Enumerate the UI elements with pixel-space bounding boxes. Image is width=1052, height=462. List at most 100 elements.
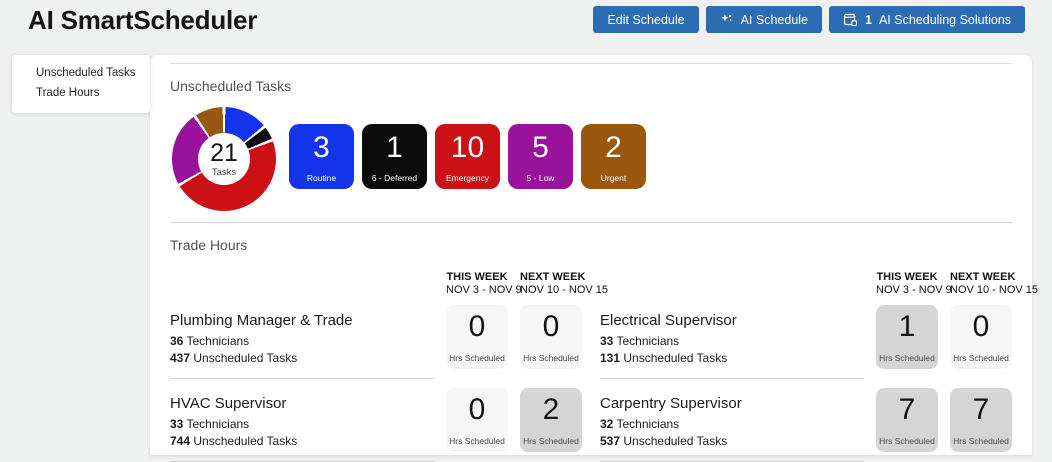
trade-name: HVAC Supervisor <box>170 395 287 413</box>
technicians-count: 36 <box>170 334 184 349</box>
page-title: AI SmartScheduler <box>28 5 258 35</box>
technicians-label: Technicians <box>186 334 250 349</box>
next-week-hours-box[interactable]: 7 Hrs Scheduled <box>950 388 1012 453</box>
week-dates: NOV 3 - NOV 9 <box>446 283 522 296</box>
card-top-divider <box>170 63 1012 64</box>
trade-info: HVAC Supervisor 33 Technicians 744 Unsched… <box>170 388 434 462</box>
trade-hours-section-title: Trade Hours <box>170 237 248 253</box>
trade-info: Carpentry Supervisor 32 Technicians 537 Un… <box>600 388 864 462</box>
unscheduled-tasks-label: Unscheduled Tasks <box>623 351 728 366</box>
this-week-hours-box[interactable]: 1 Hrs Scheduled <box>876 305 938 370</box>
trade-name: Carpentry Supervisor <box>600 395 742 413</box>
priority-tile[interactable]: 1 6 - Deferred <box>362 124 427 189</box>
edit-schedule-button[interactable]: Edit Schedule <box>593 6 699 33</box>
priority-tile[interactable]: 5 5 - Low <box>508 124 573 189</box>
unscheduled-tasks-count: 537 <box>600 434 621 449</box>
trade-info: Plumbing Manager & Trade 36 Technicians 43… <box>170 305 434 380</box>
tasks-donut-chart[interactable]: 21 Tasks <box>172 107 276 211</box>
this-week-hours-box[interactable]: 0 Hrs Scheduled <box>446 305 508 370</box>
tile-label: 5 - Low <box>526 173 555 183</box>
trade-hours-section: Trade Hours THIS WEEK NOV 3 - NOV 9 NEXT W… <box>150 237 1038 462</box>
edit-schedule-button-label: Edit Schedule <box>607 12 685 27</box>
donut-center: 21 Tasks <box>198 133 250 185</box>
section-divider <box>170 222 1012 223</box>
hours-value: 0 <box>972 310 990 344</box>
priority-tiles: 3 Routine 1 6 - Deferred 10 Emergency 5 5 - Low… <box>289 124 646 189</box>
hours-value: 1 <box>898 310 916 344</box>
week-column-header: THIS WEEK NOV 3 - NOV 9 <box>446 259 522 296</box>
technicians-stat: 33 Technicians <box>170 417 434 431</box>
week-column-header: NEXT WEEK NOV 10 - NOV 15 <box>520 259 608 296</box>
hours-value: 7 <box>972 393 990 427</box>
tile-value: 3 <box>313 131 330 164</box>
hours-value: 2 <box>542 393 560 427</box>
unscheduled-tasks-stat: 437 Unscheduled Tasks <box>170 351 434 365</box>
solutions-count-badge: 1 <box>865 12 872 27</box>
hours-value: 0 <box>542 310 560 344</box>
unscheduled-tasks-count: 744 <box>170 434 191 449</box>
next-week-hours-box[interactable]: 2 Hrs Scheduled <box>520 388 582 453</box>
technicians-stat: 32 Technicians <box>600 417 864 431</box>
week-title: NEXT WEEK <box>520 271 586 283</box>
ai-schedule-button-label: AI Schedule <box>740 12 809 27</box>
hours-label: Hrs Scheduled <box>449 353 505 364</box>
priority-tile[interactable]: 2 Urgent <box>581 124 646 189</box>
week-column-header: NEXT WEEK NOV 10 - NOV 15 <box>950 259 1038 296</box>
unscheduled-tasks-label: Unscheduled Tasks <box>193 434 298 449</box>
week-dates: NOV 3 - NOV 9 <box>876 283 952 296</box>
unscheduled-tasks-stat: 744 Unscheduled Tasks <box>170 434 434 448</box>
tile-value: 10 <box>450 131 485 164</box>
week-dates: NOV 10 - NOV 15 <box>520 283 609 296</box>
unscheduled-tasks-count: 437 <box>170 351 191 366</box>
technicians-count: 32 <box>600 417 614 432</box>
technicians-label: Technicians <box>616 417 680 432</box>
sparkle-icon <box>720 13 734 27</box>
tile-value: 2 <box>605 131 622 164</box>
calendar-sync-icon <box>843 12 858 27</box>
hours-value: 7 <box>898 393 916 427</box>
hours-label: Hrs Scheduled <box>953 353 1009 364</box>
tile-value: 1 <box>386 131 403 164</box>
unscheduled-tasks-label: Unscheduled Tasks <box>623 434 728 449</box>
priority-tile[interactable]: 3 Routine <box>289 124 354 189</box>
technicians-stat: 36 Technicians <box>170 334 434 348</box>
next-week-hours-box[interactable]: 0 Hrs Scheduled <box>950 305 1012 370</box>
tile-value: 5 <box>532 131 549 164</box>
technicians-count: 33 <box>170 417 184 432</box>
hours-label: Hrs Scheduled <box>879 353 935 364</box>
sidebar-item-unscheduled-tasks[interactable]: Unscheduled Tasks <box>36 63 150 83</box>
trade-info: Electrical Supervisor 33 Technicians 131 U… <box>600 305 864 380</box>
unscheduled-tasks-count: 131 <box>600 351 621 366</box>
trade-name: Plumbing Manager & Trade <box>170 312 353 330</box>
trade-name: Electrical Supervisor <box>600 312 737 330</box>
priority-tile[interactable]: 10 Emergency <box>435 124 500 189</box>
sidebar: Unscheduled Tasks Trade Hours <box>12 55 150 113</box>
technicians-count: 33 <box>600 334 614 349</box>
tile-label: Routine <box>306 173 337 183</box>
tile-label: 6 - Deferred <box>371 173 418 183</box>
week-title: THIS WEEK <box>446 271 508 283</box>
tile-label: Urgent <box>600 173 627 183</box>
this-week-hours-box[interactable]: 0 Hrs Scheduled <box>446 388 508 453</box>
trade-hours-grid: THIS WEEK NOV 3 - NOV 9 NEXT WEEK NOV 10 - … <box>150 259 1038 462</box>
unscheduled-tasks-section: Unscheduled Tasks 21 Tasks 3 Routine 1 6 - … <box>150 78 1032 211</box>
trade-hours-column-right: THIS WEEK NOV 3 - NOV 9 NEXT WEEK NOV 10 - … <box>600 259 1038 462</box>
week-title: NEXT WEEK <box>950 271 1016 283</box>
hours-value: 0 <box>468 310 486 344</box>
technicians-label: Technicians <box>186 417 250 432</box>
donut-center-label: Tasks <box>211 166 237 178</box>
main-card: Unscheduled Tasks 21 Tasks 3 Routine 1 6 - … <box>150 55 1038 462</box>
week-title: THIS WEEK <box>876 271 938 283</box>
technicians-label: Technicians <box>616 334 680 349</box>
ai-scheduling-solutions-button[interactable]: 1 AI Scheduling Solutions <box>829 6 1025 33</box>
technicians-stat: 33 Technicians <box>600 334 864 348</box>
next-week-hours-box[interactable]: 0 Hrs Scheduled <box>520 305 582 370</box>
sidebar-item-trade-hours[interactable]: Trade Hours <box>36 83 150 103</box>
hours-label: Hrs Scheduled <box>523 353 579 364</box>
ai-schedule-button[interactable]: AI Schedule <box>705 6 823 33</box>
unscheduled-tasks-label: Unscheduled Tasks <box>193 351 298 366</box>
tile-label: Emergency <box>446 173 489 183</box>
this-week-hours-box[interactable]: 7 Hrs Scheduled <box>876 388 938 453</box>
unscheduled-tasks-stat: 131 Unscheduled Tasks <box>600 351 864 365</box>
week-column-header: THIS WEEK NOV 3 - NOV 9 <box>876 259 952 296</box>
